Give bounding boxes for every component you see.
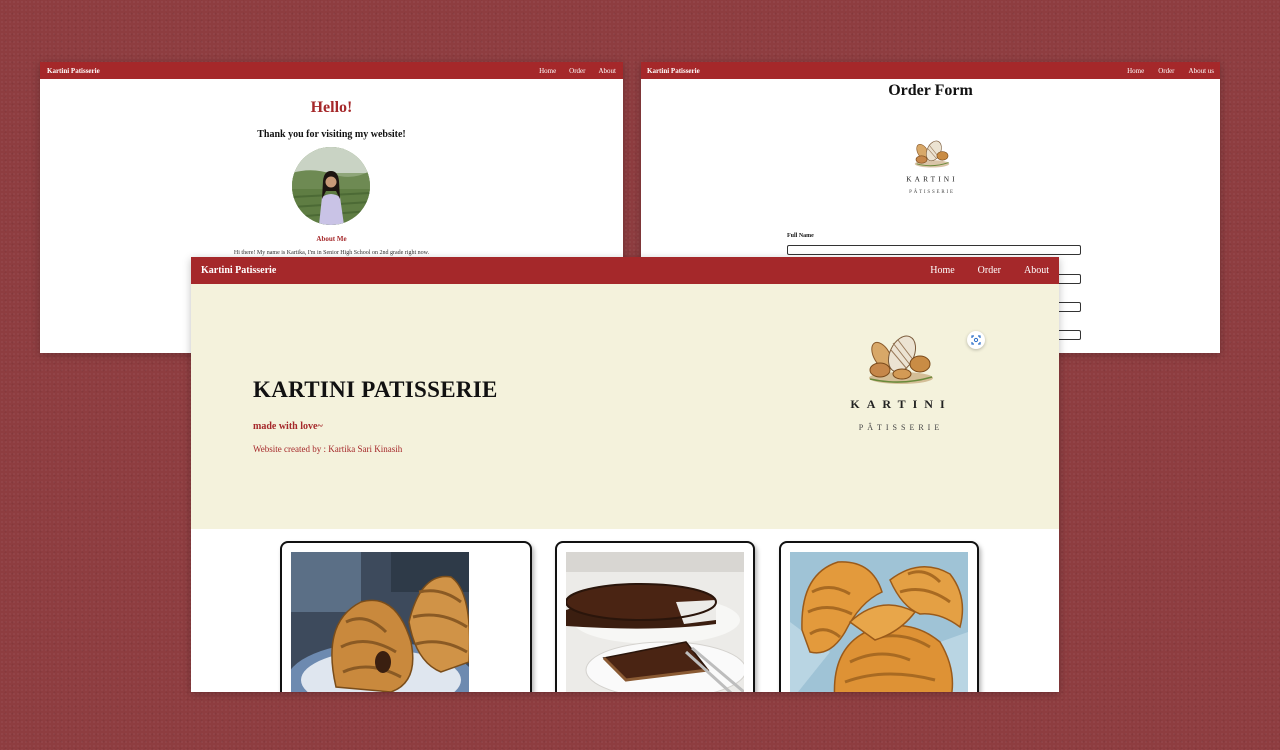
hero-title: KARTINI PATISSERIE (253, 377, 498, 402)
kartini-logo: KARTINI PÂTISSERIE (906, 140, 957, 195)
order-form-title: Order Form (888, 82, 973, 99)
nav-link-about-us[interactable]: About us (1189, 67, 1214, 75)
navbar: Kartini Patisserie Home Order About (40, 62, 623, 79)
nav-link-home[interactable]: Home (1127, 67, 1144, 75)
pain-au-chocolat-image (291, 552, 469, 692)
thanks-text: Thank you for visiting my website! (257, 129, 406, 140)
chocolate-tart-image (566, 552, 744, 692)
nav-link-order[interactable]: Order (1158, 67, 1174, 75)
scan-icon (971, 335, 981, 345)
nav-link-home[interactable]: Home (930, 265, 954, 276)
nav-links: Home Order About (907, 265, 1049, 276)
full-name-input[interactable] (787, 245, 1081, 255)
profile-photo (292, 147, 370, 225)
visual-search-button[interactable] (967, 331, 985, 349)
hero-tagline: made with love~ (253, 421, 323, 432)
kartini-logo: KARTINI PÂTISSERIE (850, 335, 951, 432)
home-page-screenshot: Kartini Patisserie Home Order About KART… (191, 257, 1059, 692)
logo-subtitle: PÂTISSERIE (859, 422, 943, 432)
logo-name: KARTINI (906, 175, 957, 184)
nav-link-about[interactable]: About (1024, 265, 1049, 276)
intro-text: Hi there! My name is Kartika, I'm in Sen… (233, 250, 430, 256)
logo-name: KARTINI (850, 397, 951, 411)
product-card[interactable] (555, 541, 755, 692)
about-heading: About Me (316, 235, 347, 243)
product-card[interactable] (280, 541, 532, 692)
hero-section: KARTINI PATISSERIE made with love~ Websi… (191, 284, 1059, 529)
nav-brand[interactable]: Kartini Patisserie (201, 265, 276, 276)
nav-brand[interactable]: Kartini Patisserie (647, 67, 700, 75)
product-card[interactable] (779, 541, 979, 692)
nav-link-home[interactable]: Home (539, 67, 556, 75)
nav-link-order[interactable]: Order (978, 265, 1001, 276)
nav-links: Home Order About (526, 67, 616, 75)
products-section (191, 529, 1059, 692)
croissants-image (790, 552, 968, 692)
nav-link-order[interactable]: Order (569, 67, 585, 75)
full-name-label: Full Name (787, 233, 814, 239)
nav-link-about[interactable]: About (599, 67, 617, 75)
hero-credit: Website created by : Kartika Sari Kinasi… (253, 444, 403, 454)
nav-brand[interactable]: Kartini Patisserie (47, 67, 100, 75)
hello-heading: Hello! (310, 99, 353, 116)
logo-subtitle: PÂTISSERIE (909, 189, 955, 195)
navbar: Kartini Patisserie Home Order About (191, 257, 1059, 284)
nav-links: Home Order About us (1113, 67, 1214, 75)
navbar: Kartini Patisserie Home Order About us (641, 62, 1220, 79)
